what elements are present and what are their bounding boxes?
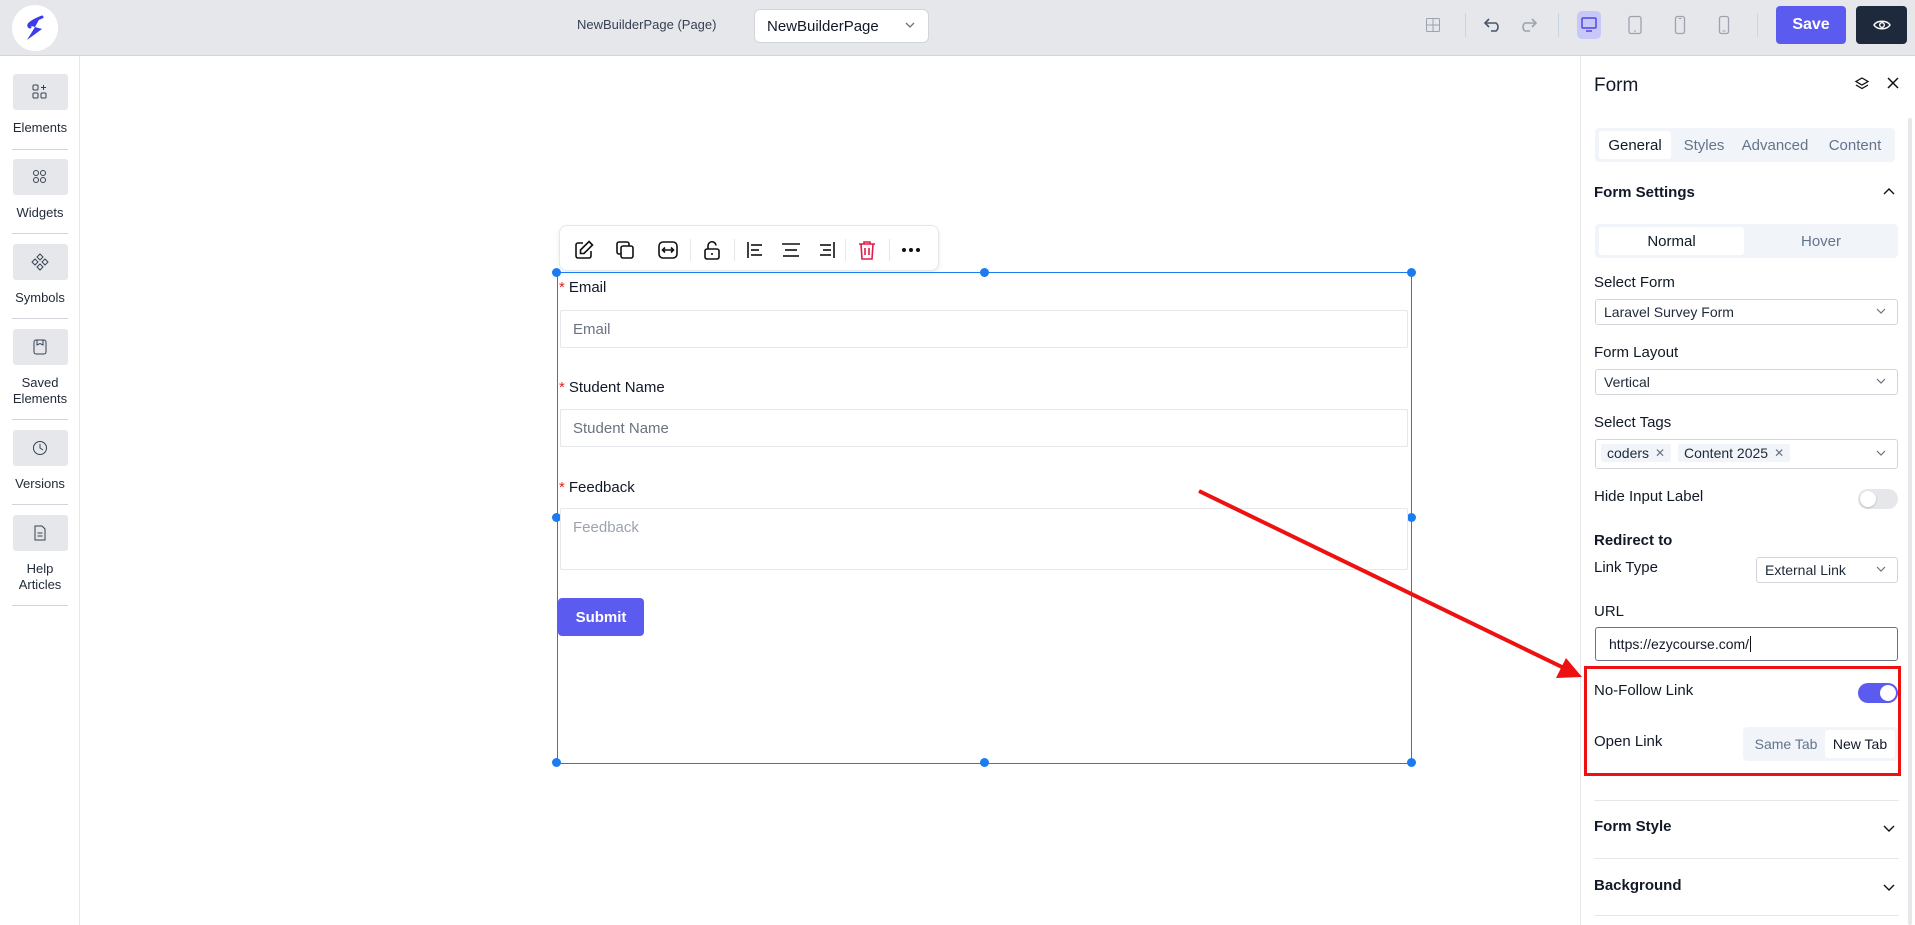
annotation-arrow-icon — [1198, 489, 1582, 678]
app-root: NewBuilderPage (Page) NewBuilderPage Sav… — [0, 0, 1915, 925]
